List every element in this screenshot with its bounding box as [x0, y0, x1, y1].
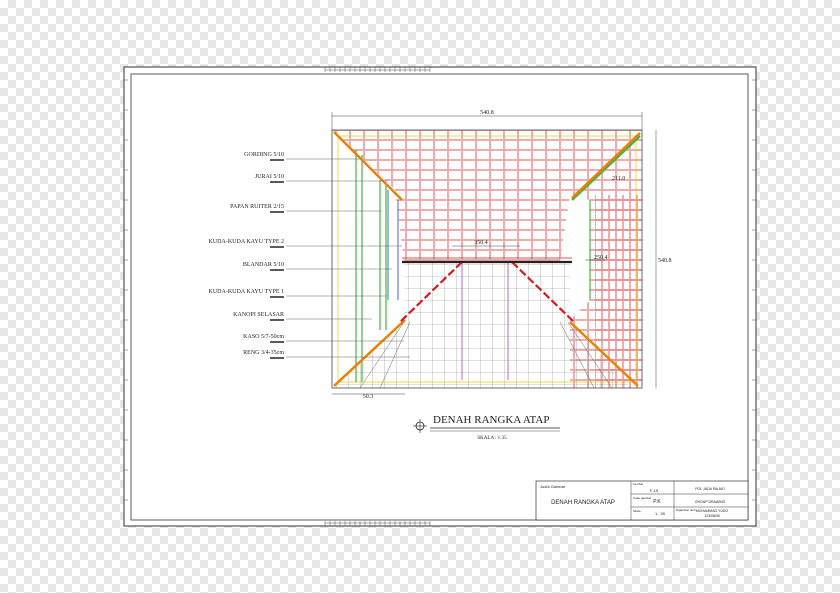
svg-text:POL JADA PALMO: POL JADA PALMO: [695, 487, 725, 491]
dim-right: 540.8: [658, 258, 672, 264]
callout-label: JURAI 5/10: [255, 174, 284, 180]
callout-label: KANOPI SELASAR: [233, 312, 284, 318]
svg-text:12345635: 12345635: [704, 514, 720, 518]
svg-text:Digambar oleh: Digambar oleh: [676, 508, 696, 512]
callout-label: BLANDAR 5/10: [243, 262, 284, 268]
sheet-title-block: Judul Gambar DENAH RANGKA ATAP Lembar F-…: [535, 480, 749, 521]
callout-label: GORDING 5/10: [244, 152, 284, 158]
svg-text:Kode gambar: Kode gambar: [633, 496, 651, 500]
dim-top: 540.8: [480, 110, 494, 116]
svg-text:Lembar: Lembar: [633, 482, 643, 486]
svg-text:MOHAMMAD YUDO: MOHAMMAD YUDO: [696, 509, 728, 513]
callout-label: PAPAN RUITER 2/15: [230, 204, 284, 210]
dim-inner-width: 350.4: [474, 240, 488, 246]
callout-label: RENG 3/4-35cm: [243, 350, 284, 356]
svg-text:Judul Gambar: Judul Gambar: [540, 484, 566, 489]
dim-upper-right: 211.0: [612, 176, 625, 182]
dim-bottom-left: 50.3: [363, 394, 374, 400]
drawing-canvas: 540.8 540.8 211.0 350.4 250.4 50.3 GORDI…: [123, 66, 757, 527]
drawing-scale: SKALA : 1:35: [477, 436, 507, 441]
dim-inner-right: 250.4: [594, 255, 608, 261]
svg-text:F-15: F-15: [650, 488, 659, 493]
svg-text:P.K: P.K: [653, 499, 661, 505]
callout-label: KASO 5/7-50cm: [243, 334, 284, 340]
title-block-judul: DENAH RANGKA ATAP: [551, 500, 615, 506]
svg-text:GROUP DRAWING: GROUP DRAWING: [695, 500, 726, 504]
svg-text:Skala: Skala: [633, 509, 641, 513]
drawing-title: DENAH RANGKA ATAP: [433, 414, 549, 426]
callout-label: KUDA-KUDA KAYU TYPE 1: [208, 289, 284, 295]
callout-label: KUDA-KUDA KAYU TYPE 2: [208, 239, 284, 245]
svg-text:1 : 35: 1 : 35: [655, 511, 666, 516]
